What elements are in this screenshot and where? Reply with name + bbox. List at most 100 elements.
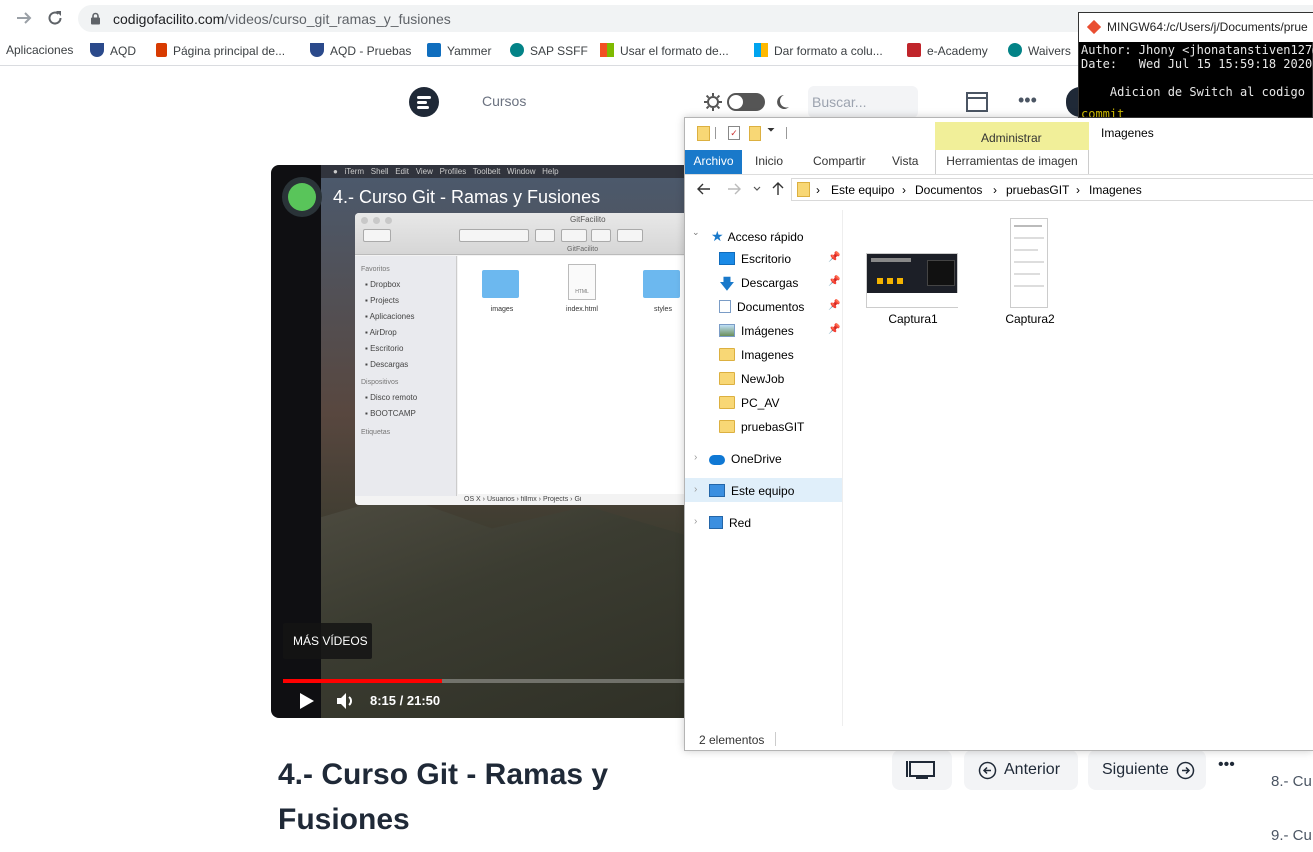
arrow-right-circle-icon xyxy=(1176,761,1195,780)
bookmark-label: SAP SSFF xyxy=(530,44,588,58)
progress-fill xyxy=(283,679,442,683)
bookmark-aqd-pruebas[interactable]: AQD - Pruebas xyxy=(310,43,411,58)
side-lesson-item[interactable]: 9.- Cu xyxy=(1271,827,1312,844)
nav-label: pruebasGIT xyxy=(741,420,805,434)
breadcrumb-item[interactable]: Documentos xyxy=(915,183,982,197)
git-icon xyxy=(1087,20,1101,34)
nav-courses-link[interactable]: Cursos xyxy=(482,93,526,109)
nav-pruebasgit[interactable]: pruebasGIT xyxy=(719,420,804,434)
previous-button[interactable]: Anterior xyxy=(964,750,1078,790)
back-arrow-icon[interactable] xyxy=(696,181,712,197)
nav-newjob[interactable]: NewJob xyxy=(719,372,784,386)
bookmark-e-academy[interactable]: e-Academy xyxy=(907,43,988,58)
next-button[interactable]: Siguiente xyxy=(1088,750,1206,790)
address-breadcrumb[interactable]: › Este equipo › Documentos › pruebasGIT … xyxy=(791,178,1313,201)
more-menu-icon[interactable]: ••• xyxy=(1018,90,1037,111)
bookmark-dar-formato[interactable]: Dar formato a colu... xyxy=(754,43,883,58)
shield-icon xyxy=(90,43,104,57)
mac-menu-item: Profiles xyxy=(439,167,467,176)
previous-label: Anterior xyxy=(1004,761,1061,778)
side-lesson-item[interactable]: 8.- Cu xyxy=(1271,773,1312,790)
tab-inicio[interactable]: Inicio xyxy=(755,150,783,175)
nav-descargas[interactable]: 🡇 Descargas xyxy=(719,276,798,292)
finder-favorite: ▪ Escritorio xyxy=(365,344,404,353)
pin-icon[interactable]: 📌 xyxy=(828,324,840,335)
tab-archivo[interactable]: Archivo xyxy=(685,150,742,175)
bookmark-aqd[interactable]: AQD xyxy=(90,43,136,58)
bookmark-usar-formato[interactable]: Usar el formato de... xyxy=(600,43,729,58)
nav-este-equipo[interactable]: Este equipo xyxy=(709,484,794,498)
video-player[interactable]: ● iTerm Shell Edit View Profiles Toolbel… xyxy=(271,165,701,718)
more-videos-label: MÁS VÍDEOS xyxy=(293,634,368,648)
nav-label: Este equipo xyxy=(731,484,795,498)
manage-tab-header[interactable]: Administrar xyxy=(935,122,1089,150)
nav-imagenes-folder[interactable]: Imagenes xyxy=(719,348,794,362)
git-bash-terminal[interactable]: MINGW64:/c/Users/j/Documents/prue Author… xyxy=(1078,12,1313,118)
forward-arrow-icon[interactable] xyxy=(726,181,742,197)
tab-herramientas-imagen[interactable]: Herramientas de imagen xyxy=(935,150,1089,175)
mascot-icon xyxy=(288,183,316,211)
breadcrumb-item[interactable]: pruebasGIT xyxy=(1006,183,1069,197)
bookmark-label: Aplicaciones xyxy=(6,43,74,57)
file-item-captura1[interactable]: Captura1 xyxy=(863,250,963,330)
more-videos-button[interactable]: MÁS VÍDEOS xyxy=(283,623,372,659)
forward-button[interactable] xyxy=(14,8,34,28)
bookmark-waivers[interactable]: Waivers xyxy=(1008,43,1071,58)
nav-label: OneDrive xyxy=(731,452,782,466)
expand-chevron-icon[interactable]: › xyxy=(694,516,697,527)
microsoft-icon xyxy=(754,43,768,57)
cinema-mode-button[interactable] xyxy=(892,750,952,790)
volume-icon[interactable] xyxy=(335,691,357,711)
nav-quick-access[interactable]: ★ Acceso rápido xyxy=(711,228,804,245)
nav-red[interactable]: Red xyxy=(709,516,751,530)
properties-icon[interactable]: ✓ xyxy=(728,126,740,140)
pin-icon[interactable]: 📌 xyxy=(828,276,840,287)
nav-pc-av[interactable]: PC_AV xyxy=(719,396,779,410)
new-folder-icon[interactable] xyxy=(749,126,761,141)
finder-section-header: Dispositivos xyxy=(361,379,399,386)
expand-chevron-icon[interactable]: › xyxy=(694,452,697,463)
bookmark-aplicaciones[interactable]: Aplicaciones xyxy=(6,43,73,57)
sharepoint-icon xyxy=(510,43,524,57)
channel-avatar[interactable] xyxy=(282,177,322,217)
calendar-icon[interactable] xyxy=(966,90,988,112)
nav-escritorio[interactable]: Escritorio xyxy=(719,252,791,266)
collapse-chevron-icon[interactable]: ⌄ xyxy=(692,227,700,238)
theme-toggle[interactable] xyxy=(703,90,798,114)
bookmark-yammer[interactable]: Yammer xyxy=(427,43,491,58)
video-title[interactable]: 4.- Curso Git - Ramas y Fusiones xyxy=(333,187,600,208)
toggle-switch[interactable] xyxy=(727,93,765,111)
sharepoint-icon xyxy=(1008,43,1022,57)
expand-chevron-icon[interactable]: › xyxy=(694,484,697,495)
customize-toolbar-icon[interactable]: ⏷ xyxy=(767,125,775,136)
image-thumbnail xyxy=(1010,218,1048,308)
pin-icon[interactable]: 📌 xyxy=(828,300,840,311)
tab-vista[interactable]: Vista xyxy=(892,150,918,175)
pin-icon[interactable]: 📌 xyxy=(828,252,840,263)
finder-favorite-label: Descargas xyxy=(370,360,409,369)
next-label: Siguiente xyxy=(1102,761,1169,778)
nav-documentos[interactable]: Documentos xyxy=(719,300,804,314)
bookmark-pagina-principal[interactable]: Página principal de... xyxy=(156,43,285,58)
breadcrumb-item[interactable]: Imagenes xyxy=(1089,183,1142,197)
progress-bar[interactable] xyxy=(283,679,701,683)
play-icon[interactable] xyxy=(299,692,315,710)
reload-button[interactable] xyxy=(45,8,65,28)
breadcrumb-item[interactable]: Este equipo xyxy=(831,183,894,197)
file-item-captura2[interactable]: Captura2 xyxy=(990,216,1070,331)
microsoft-icon xyxy=(600,43,614,57)
nav-onedrive[interactable]: OneDrive xyxy=(709,452,782,466)
tab-label: Vista xyxy=(892,154,919,168)
bookmark-sap-ssff[interactable]: SAP SSFF xyxy=(510,43,588,58)
nav-imagenes-lib[interactable]: Imágenes xyxy=(719,324,794,338)
terminal-titlebar[interactable]: MINGW64:/c/Users/j/Documents/prue xyxy=(1079,13,1313,42)
site-logo[interactable] xyxy=(409,87,439,117)
finder-favorite: ▪ Descargas xyxy=(365,360,409,369)
search-input[interactable]: Buscar... xyxy=(808,86,918,118)
lesson-more-icon[interactable]: ••• xyxy=(1218,756,1235,774)
recent-locations-icon[interactable] xyxy=(752,184,762,194)
finder-file-label: index.html xyxy=(566,306,598,313)
up-arrow-icon[interactable] xyxy=(770,181,786,197)
tab-compartir[interactable]: Compartir xyxy=(813,150,866,175)
star-icon: ★ xyxy=(711,228,724,244)
